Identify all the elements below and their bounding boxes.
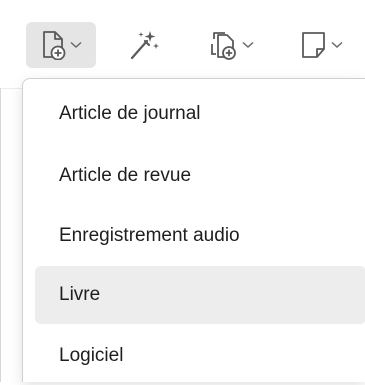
toolbar: [0, 0, 365, 88]
menu-item-enregistrement-audio[interactable]: Enregistrement audio: [35, 207, 365, 265]
new-item-icon: [42, 31, 65, 60]
menu-item-livre[interactable]: Livre: [35, 266, 365, 324]
add-by-identifier-button[interactable]: [122, 22, 166, 68]
menu-item-label: Livre: [59, 284, 101, 305]
menu-item-label: Article de journal: [59, 103, 201, 124]
chevron-down-icon: [331, 41, 343, 49]
new-note-icon: [302, 32, 325, 58]
menu-item-logiciel[interactable]: Logiciel: [35, 327, 365, 385]
new-item-dropdown-menu: Article de journal Article de revue Enre…: [22, 78, 365, 382]
chevron-down-icon: [241, 41, 254, 49]
menu-item-label: Enregistrement audio: [59, 225, 240, 246]
new-attachment-icon: [210, 32, 236, 60]
chevron-down-icon: [69, 41, 82, 49]
magic-wand-icon: [130, 31, 159, 60]
new-attachment-button[interactable]: [196, 22, 266, 68]
menu-item-label: Article de revue: [59, 165, 192, 186]
menu-item-article-de-journal[interactable]: Article de journal: [35, 85, 365, 143]
new-note-button[interactable]: [296, 22, 365, 68]
menu-item-article-de-revue[interactable]: Article de revue: [35, 147, 365, 205]
pane-border: [0, 88, 1, 382]
new-item-button[interactable]: [26, 22, 96, 68]
menu-item-label: Logiciel: [59, 345, 124, 366]
